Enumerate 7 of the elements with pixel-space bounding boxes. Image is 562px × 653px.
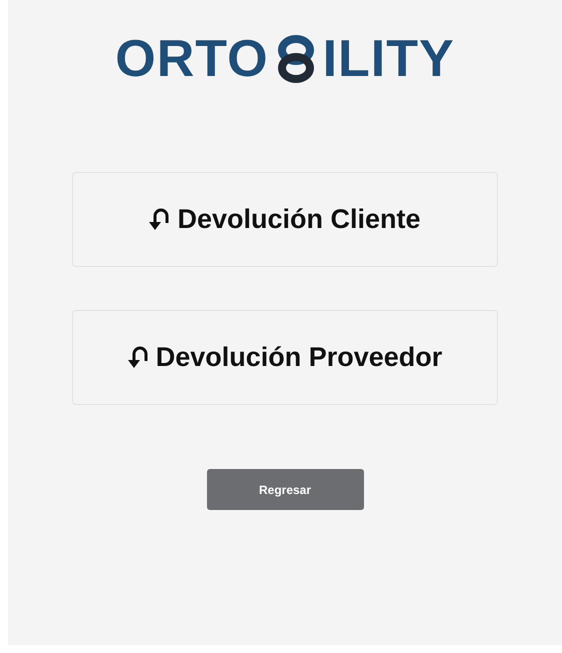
logo-text: ORTO — [115, 33, 269, 85]
undo-arrow-icon — [149, 206, 172, 232]
logo-text: ILITY — [322, 33, 455, 85]
undo-arrow-icon — [128, 344, 150, 370]
back-button[interactable]: Regresar — [206, 469, 364, 510]
return-option-button[interactable]: Devolución Cliente — [72, 172, 498, 267]
return-option-button[interactable]: Devolución Proveedor — [72, 310, 498, 405]
